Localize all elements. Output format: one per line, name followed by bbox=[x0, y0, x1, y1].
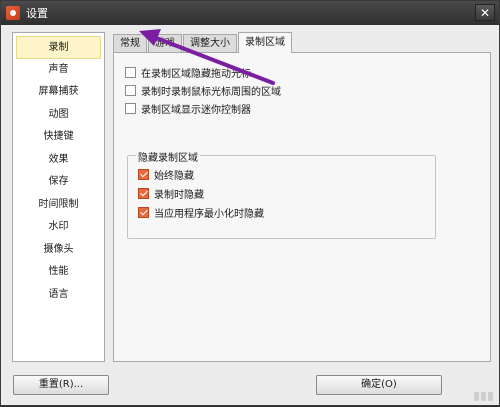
settings-window: 设置 ✕ 录制 声音 屏幕捕获 动图 快捷键 效果 保存 时间限制 水印 摄像头… bbox=[0, 0, 500, 406]
tab-content: 在录制区域隐藏拖动光标 录制时录制鼠标光标周围的区域 录制区域显示迷你控制器 隐… bbox=[113, 52, 491, 362]
sidebar-item-watermark[interactable]: 水印 bbox=[16, 216, 101, 239]
app-icon bbox=[6, 6, 20, 20]
option-label: 录制时录制鼠标光标周围的区域 bbox=[141, 86, 281, 98]
tab-recording-area[interactable]: 录制区域 bbox=[238, 32, 292, 53]
sidebar-item-effects[interactable]: 效果 bbox=[16, 149, 101, 172]
sidebar-item-language[interactable]: 语言 bbox=[16, 284, 101, 307]
option-hide-when-minimized[interactable]: 当应用程序最小化时隐藏 bbox=[138, 205, 264, 220]
option-record-around-cursor[interactable]: 录制时录制鼠标光标周围的区域 bbox=[125, 83, 281, 98]
group-title: 隐藏录制区域 bbox=[136, 149, 200, 164]
close-button[interactable]: ✕ bbox=[475, 4, 495, 21]
option-hide-while-recording[interactable]: 录制时隐藏 bbox=[138, 186, 204, 201]
hide-cursor-checkbox[interactable] bbox=[125, 66, 136, 78]
ok-button[interactable]: 确定(O) bbox=[316, 375, 442, 395]
sidebar-item-gif[interactable]: 动图 bbox=[16, 104, 101, 127]
tab-game[interactable]: 游戏 bbox=[148, 34, 182, 53]
option-label: 始终隐藏 bbox=[154, 170, 194, 182]
tab-general[interactable]: 常规 bbox=[113, 34, 147, 53]
sidebar-item-recording[interactable]: 录制 bbox=[16, 36, 101, 59]
option-label: 录制区域显示迷你控制器 bbox=[141, 104, 251, 116]
tab-bar: 常规 游戏 调整大小 录制区域 bbox=[113, 32, 293, 53]
sidebar-item-time-limit[interactable]: 时间限制 bbox=[16, 194, 101, 217]
sidebar-item-performance[interactable]: 性能 bbox=[16, 261, 101, 284]
always-hide-checkbox[interactable] bbox=[138, 168, 149, 180]
option-label: 当应用程序最小化时隐藏 bbox=[154, 208, 264, 220]
option-show-mini-controller[interactable]: 录制区域显示迷你控制器 bbox=[125, 101, 251, 116]
hide-when-minimized-checkbox[interactable] bbox=[138, 206, 149, 218]
option-label: 录制时隐藏 bbox=[154, 189, 204, 201]
option-always-hide[interactable]: 始终隐藏 bbox=[138, 167, 194, 182]
reset-button[interactable]: 重置(R)... bbox=[13, 375, 109, 395]
hide-area-group: 隐藏录制区域 始终隐藏 录制时隐藏 当应用程序最小化时隐藏 bbox=[127, 149, 436, 239]
tab-resize[interactable]: 调整大小 bbox=[183, 34, 237, 53]
hide-while-recording-checkbox[interactable] bbox=[138, 187, 149, 199]
title-bar[interactable]: 设置 ✕ bbox=[1, 1, 499, 25]
sidebar-item-webcam[interactable]: 摄像头 bbox=[16, 239, 101, 262]
option-hide-cursor-in-area[interactable]: 在录制区域隐藏拖动光标 bbox=[125, 65, 251, 80]
sidebar-item-screen-capture[interactable]: 屏幕捕获 bbox=[16, 81, 101, 104]
settings-main-panel: 常规 游戏 调整大小 录制区域 在录制区域隐藏拖动光标 录制时录制鼠标光标周围的… bbox=[113, 32, 491, 362]
logo-watermark-icon bbox=[474, 392, 493, 401]
mini-controller-checkbox[interactable] bbox=[125, 102, 136, 114]
sidebar-item-hotkeys[interactable]: 快捷键 bbox=[16, 126, 101, 149]
record-around-cursor-checkbox[interactable] bbox=[125, 84, 136, 96]
window-title: 设置 bbox=[26, 7, 48, 20]
settings-sidebar: 录制 声音 屏幕捕获 动图 快捷键 效果 保存 时间限制 水印 摄像头 性能 语… bbox=[12, 32, 105, 362]
option-label: 在录制区域隐藏拖动光标 bbox=[141, 68, 251, 80]
sidebar-item-save[interactable]: 保存 bbox=[16, 171, 101, 194]
sidebar-item-sound[interactable]: 声音 bbox=[16, 59, 101, 82]
